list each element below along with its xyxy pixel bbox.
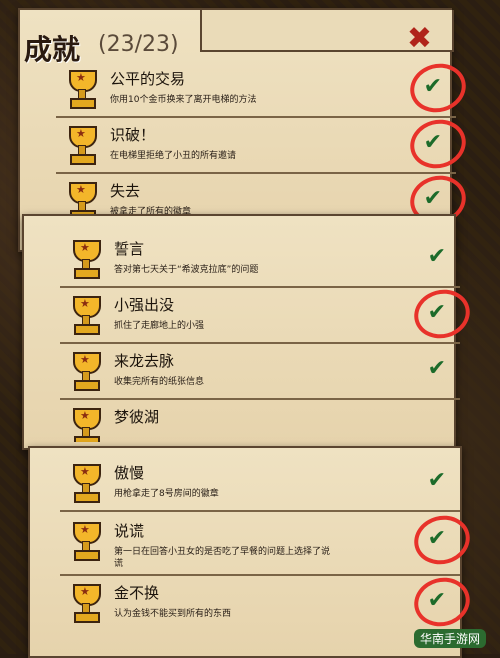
- achievement-row: ★ 小强出没 抓住了走廊地上的小强 ✔: [60, 283, 476, 345]
- achievement-panel-middle: ★ 誓言 答对第七天关于“希波克拉底”的问题 ✔ ★ 小强出没 抓住了走廊地上的…: [22, 214, 476, 450]
- achievement-row: ★ 梦彼湖: [60, 402, 460, 442]
- checkmark-icon: ✔: [423, 186, 442, 211]
- trophy-icon: ★: [70, 408, 101, 442]
- checkmark-icon: ✔: [427, 588, 446, 613]
- watermark-logo: 华南手游网: [413, 629, 486, 648]
- checkmark-icon: ✔: [427, 526, 446, 551]
- achievement-name: 识破！: [110, 126, 156, 144]
- achievement-name: 誓言: [114, 240, 145, 258]
- checkmark-icon: ✔: [423, 130, 442, 155]
- achievement-row: ★ 傲慢 用枪拿走了8号房间的徽章 ✔: [60, 458, 460, 512]
- close-icon[interactable]: ✖: [407, 24, 432, 54]
- achievement-desc: 认为金钱不能买到所有的东西: [114, 609, 232, 619]
- achievement-name: 来龙去脉: [114, 352, 175, 370]
- achievement-desc: 你用10个金币换来了离开电梯的方法: [110, 95, 257, 105]
- achievement-name: 小强出没: [114, 296, 175, 314]
- achievement-name: 梦彼湖: [114, 408, 160, 426]
- page-title: 成就: [24, 33, 81, 66]
- trophy-icon: ★: [70, 240, 101, 279]
- achievement-name: 公平的交易: [110, 70, 186, 88]
- achievement-panel-bottom: ★ 傲慢 用枪拿走了8号房间的徽章 ✔ ★ 说谎 第一日在回答小丑女的是否吃了早…: [28, 446, 476, 658]
- achievement-desc: 在电梯里拒绝了小丑的所有邀请: [110, 151, 237, 161]
- achievement-row: ★ 誓言 答对第七天关于“希波克拉底”的问题 ✔: [60, 234, 460, 288]
- trophy-icon: ★: [70, 296, 101, 335]
- achievement-name: 傲慢: [114, 464, 145, 482]
- achievement-count: (23/23): [98, 32, 179, 57]
- checkmark-icon: ✔: [427, 244, 446, 269]
- achievement-row: ★ 识破！ 在电梯里拒绝了小丑的所有邀请 ✔: [56, 113, 472, 175]
- achievement-row: ★ 公平的交易 你用10个金币换来了离开电梯的方法 ✔: [56, 57, 472, 119]
- trophy-icon: ★: [70, 522, 101, 561]
- achievement-desc: 收集完所有的纸张信息: [114, 377, 205, 387]
- achievement-desc: 用枪拿走了8号房间的徽章: [114, 489, 219, 499]
- achievement-row: ★ 金不换 认为金钱不能买到所有的东西 ✔: [60, 571, 476, 633]
- checkmark-icon: ✔: [423, 74, 442, 99]
- trophy-icon: ★: [70, 464, 101, 503]
- checkmark-icon: ✔: [427, 468, 446, 493]
- trophy-icon: ★: [70, 584, 101, 623]
- achievement-desc: 抓住了走廊地上的小强: [114, 321, 205, 331]
- achievement-name: 失去: [110, 182, 141, 200]
- achievement-desc: 第一日在回答小丑女的是否吃了早餐的问题上选择了说谎: [114, 547, 331, 569]
- checkmark-icon: ✔: [427, 300, 446, 325]
- achievement-row: ★ 说谎 第一日在回答小丑女的是否吃了早餐的问题上选择了说谎 ✔: [60, 509, 476, 576]
- checkmark-icon: ✔: [427, 356, 446, 381]
- achievement-desc: 答对第七天关于“希波克拉底”的问题: [114, 265, 259, 275]
- achievement-name: 金不换: [114, 584, 160, 602]
- trophy-icon: ★: [66, 126, 97, 165]
- trophy-icon: ★: [66, 70, 97, 109]
- achievement-row: ★ 来龙去脉 收集完所有的纸张信息 ✔: [60, 346, 460, 400]
- achievement-name: 说谎: [114, 522, 145, 540]
- trophy-icon: ★: [70, 352, 101, 391]
